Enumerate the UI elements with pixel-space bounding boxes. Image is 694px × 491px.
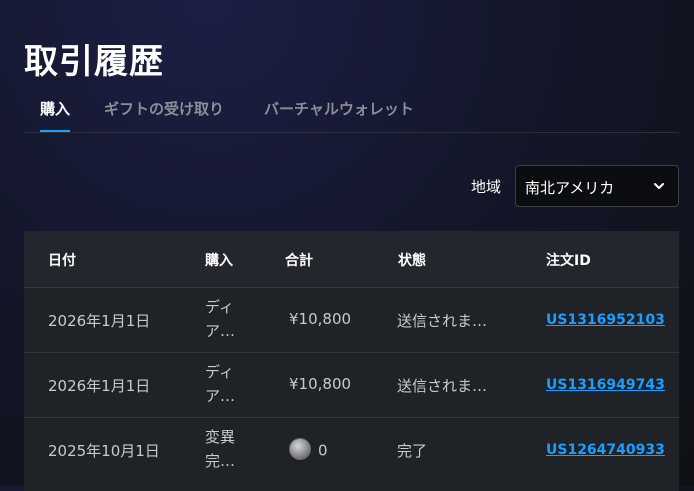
row-date: 2026年1月1日 [48,312,151,330]
row-total-cell: 0 [289,438,328,462]
row-purchase: 変異完… [205,428,236,470]
row-total: ¥10,800 [289,375,352,393]
row-status: 完了 [397,442,428,460]
row-order-id: US1316952103 [546,310,665,328]
coin-icon [289,438,311,460]
column-header-purchase: 購入 [205,253,233,269]
page-title: 取引履歴 [24,42,164,82]
tab-bar: 購入 ギフトの受け取り バーチャルウォレット [24,96,679,133]
row-total: ¥10,800 [289,310,352,328]
row-order-id: US1264740933 [546,440,665,458]
order-id-link[interactable]: US1316949743 [546,377,665,393]
row-purchase: ディア… [205,363,236,405]
table-row[interactable]: 2026年1月1日 ディア… ¥10,800 送信されま… US13169521… [24,287,679,352]
column-header-date: 日付 [48,253,76,269]
column-header-order-id: 注文ID [546,253,591,269]
row-order-id: US1316949743 [546,375,665,393]
region-select[interactable]: 南北アメリカ [515,165,679,207]
row-total: 0 [318,441,328,460]
row-date: 2025年10月1日 [48,442,160,460]
order-id-link[interactable]: US1264740933 [546,442,665,458]
row-status: 送信されま… [397,377,488,395]
region-select-value: 南北アメリカ [525,179,615,197]
order-id-link[interactable]: US1316952103 [546,312,665,328]
column-header-status: 状態 [398,253,426,269]
table-row[interactable]: 2026年1月1日 ディア… ¥10,800 送信されま… US13169497… [24,352,679,417]
table-row[interactable]: 2025年10月1日 変異完… 0 完了 US1264740933 [24,417,679,482]
row-purchase: ディア… [205,298,236,340]
tab-virtual-wallet[interactable]: バーチャルウォレット [264,96,414,130]
row-date: 2026年1月1日 [48,377,151,395]
table-header: 日付 購入 合計 状態 注文ID [24,231,679,287]
chevron-down-icon [654,183,664,189]
region-label: 地域 [471,178,502,196]
column-header-total: 合計 [285,253,313,269]
tab-gift-received[interactable]: ギフトの受け取り [104,96,224,130]
transaction-table: 日付 購入 合計 状態 注文ID 2026年1月1日 ディア… ¥10,800 … [24,231,679,491]
row-status: 送信されま… [397,312,488,330]
tab-purchases[interactable]: 購入 [40,96,71,132]
